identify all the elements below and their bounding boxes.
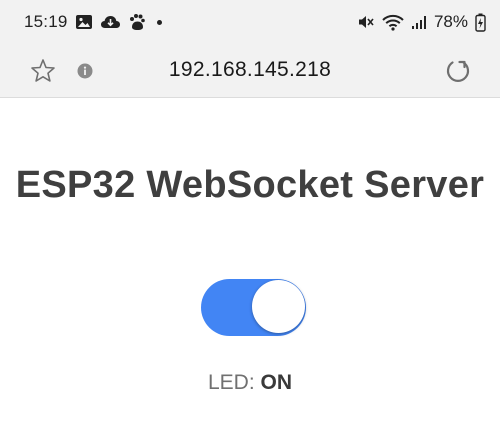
led-label: LED:	[207, 371, 261, 394]
address-bar: 192.168.145.218	[0, 44, 500, 98]
toggle-knob	[252, 280, 305, 333]
paw-icon	[128, 13, 146, 31]
status-bar-left: 15:19	[24, 12, 162, 32]
mute-icon	[357, 14, 375, 30]
led-toggle-switch[interactable]	[201, 279, 306, 336]
led-state-value: ON	[260, 371, 293, 394]
status-bar-right: 78%	[357, 12, 486, 32]
url-field[interactable]: 192.168.145.218	[0, 58, 500, 82]
wifi-icon	[382, 14, 404, 31]
led-status: LED: ON	[0, 371, 500, 395]
battery-charging-icon	[475, 13, 486, 32]
cloud-download-icon	[100, 14, 121, 30]
reload-icon[interactable]	[444, 57, 472, 85]
status-bar: 15:19 78%	[0, 0, 500, 44]
signal-icon	[411, 15, 427, 30]
status-time: 15:19	[24, 12, 68, 31]
notification-dot-icon	[156, 19, 162, 25]
image-icon	[75, 14, 93, 30]
page-title: ESP32 WebSocket Server	[15, 164, 485, 206]
battery-percent: 78%	[433, 12, 468, 31]
